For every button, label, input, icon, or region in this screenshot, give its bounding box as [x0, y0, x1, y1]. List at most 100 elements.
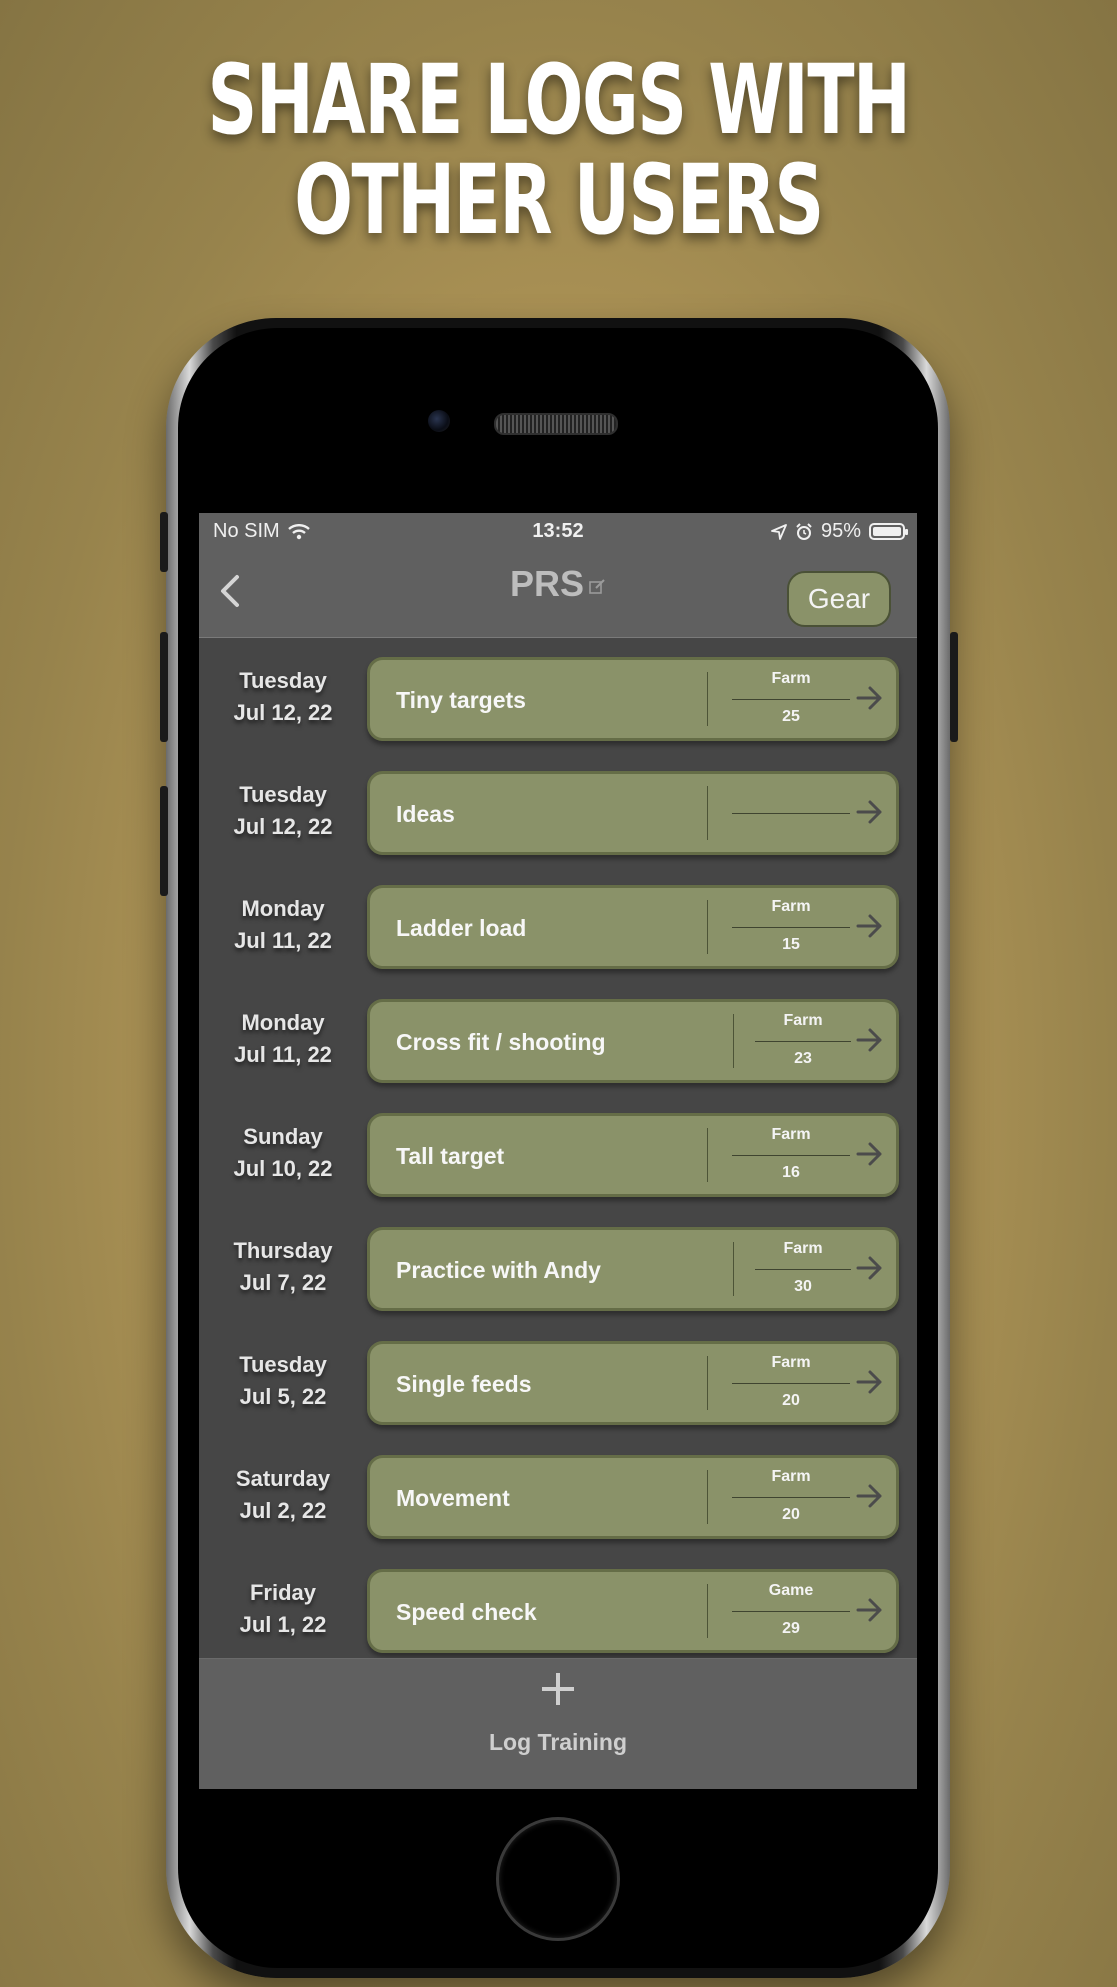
entry-date-text: Jul 12, 22	[233, 700, 333, 725]
arrow-right-icon[interactable]	[856, 682, 884, 714]
arrow-right-icon[interactable]	[856, 1594, 884, 1626]
entry-round-count: 15	[782, 936, 800, 953]
alarm-icon	[796, 522, 812, 540]
entry-date: Monday Jul 11, 22	[199, 893, 367, 957]
log-entry-row: Saturday Jul 2, 22 Movement Farm 20	[199, 1435, 917, 1549]
entry-date-text: Jul 2, 22	[239, 1498, 327, 1523]
entry-weekday: Tuesday	[239, 782, 327, 807]
entry-meta: Farm 20	[732, 1344, 850, 1422]
card-divider	[707, 1128, 708, 1182]
entry-location: Farm	[771, 1354, 811, 1371]
home-button[interactable]	[496, 1817, 620, 1941]
power-button	[950, 632, 958, 742]
entry-location: Farm	[783, 1240, 823, 1257]
nav-bar: PRS Gear	[199, 549, 917, 638]
meta-separator	[732, 699, 850, 700]
log-entry-card[interactable]: Practice with Andy Farm 30	[367, 1227, 899, 1311]
entry-meta	[732, 774, 850, 852]
entry-meta: Farm 20	[732, 1458, 850, 1536]
log-entry-row: Tuesday Jul 12, 22 Tiny targets Farm 25	[199, 637, 917, 751]
entry-meta: Farm 15	[732, 888, 850, 966]
entry-weekday: Monday	[241, 896, 325, 921]
log-entry-row: Thursday Jul 7, 22 Practice with Andy Farm 3…	[199, 1207, 917, 1321]
entry-meta: Farm 25	[732, 660, 850, 738]
app-screen: No SIM 13:52 95% PRS Gear Tuesday Jul 12…	[199, 513, 917, 1789]
training-log-list: Tuesday Jul 12, 22 Tiny targets Farm 25 Tuesd…	[199, 637, 917, 1663]
log-entry-card[interactable]: Ladder load Farm 15	[367, 885, 899, 969]
entry-location: Farm	[771, 670, 811, 687]
log-entry-card[interactable]: Tiny targets Farm 25	[367, 657, 899, 741]
entry-date: Sunday Jul 10, 22	[199, 1121, 367, 1185]
entry-location: Game	[768, 1582, 814, 1599]
entry-title: Practice with Andy	[396, 1257, 601, 1283]
meta-separator	[755, 1269, 851, 1270]
entry-round-count: 16	[782, 1164, 800, 1181]
log-entry-card[interactable]: Single feeds Farm 20	[367, 1341, 899, 1425]
entry-meta: Game 29	[732, 1572, 850, 1650]
log-training-label[interactable]: Log Training	[199, 1729, 917, 1756]
entry-round-count: 30	[794, 1278, 812, 1295]
card-divider	[733, 1014, 734, 1068]
entry-title: Single feeds	[396, 1371, 532, 1397]
volume-up-button	[160, 632, 168, 742]
entry-title: Movement	[396, 1485, 510, 1511]
log-training-bar[interactable]: Log Training	[199, 1658, 917, 1789]
mute-switch	[160, 512, 168, 572]
volume-down-button	[160, 786, 168, 896]
entry-date-text: Jul 10, 22	[233, 1156, 333, 1181]
arrow-right-icon[interactable]	[856, 1138, 884, 1170]
log-entry-card[interactable]: Movement Farm 20	[367, 1455, 899, 1539]
entry-title: Tall target	[396, 1143, 505, 1169]
entry-date-text: Jul 11, 22	[234, 928, 332, 953]
card-divider	[707, 900, 708, 954]
entry-date: Tuesday Jul 5, 22	[199, 1349, 367, 1413]
entry-location: Farm	[771, 898, 811, 915]
log-entry-card[interactable]: Cross fit / shooting Farm 23	[367, 999, 899, 1083]
entry-round-count: 25	[782, 708, 800, 725]
log-entry-row: Sunday Jul 10, 22 Tall target Farm 16	[199, 1093, 917, 1207]
entry-weekday: Monday	[241, 1010, 325, 1035]
arrow-right-icon[interactable]	[856, 910, 884, 942]
entry-date: Tuesday Jul 12, 22	[199, 665, 367, 729]
meta-separator	[732, 1383, 850, 1384]
log-entry-row: Friday Jul 1, 22 Speed check Game 29	[199, 1549, 917, 1663]
meta-separator	[732, 1155, 850, 1156]
entry-title: Tiny targets	[396, 687, 526, 713]
arrow-right-icon[interactable]	[856, 1480, 884, 1512]
gear-button[interactable]: Gear	[787, 571, 891, 627]
page-title: PRS	[509, 563, 585, 604]
status-right: 95%	[771, 520, 908, 543]
log-entry-row: Monday Jul 11, 22 Cross fit / shooting Farm…	[199, 979, 917, 1093]
card-divider	[733, 1242, 734, 1296]
log-entry-card[interactable]: Ideas	[367, 771, 899, 855]
battery-icon	[869, 523, 908, 540]
plus-icon[interactable]	[199, 1669, 917, 1709]
entry-round-count: 29	[782, 1620, 800, 1637]
battery-percent: 95%	[820, 520, 861, 542]
card-divider	[707, 1470, 708, 1524]
entry-date: Monday Jul 11, 22	[199, 1007, 367, 1071]
entry-meta: Farm 23	[755, 1002, 851, 1080]
status-bar: No SIM 13:52 95%	[199, 513, 917, 549]
entry-weekday: Friday	[249, 1580, 317, 1605]
entry-title: Ladder load	[396, 915, 527, 941]
log-entry-row: Tuesday Jul 5, 22 Single feeds Farm 20	[199, 1321, 917, 1435]
log-entry-card[interactable]: Tall target Farm 16	[367, 1113, 899, 1197]
arrow-right-icon[interactable]	[856, 796, 884, 828]
edit-icon	[589, 579, 605, 594]
log-entry-row: Tuesday Jul 12, 22 Ideas	[199, 751, 917, 865]
entry-weekday: Saturday	[235, 1466, 331, 1491]
arrow-right-icon[interactable]	[856, 1252, 884, 1284]
arrow-right-icon[interactable]	[856, 1366, 884, 1398]
entry-date-text: Jul 11, 22	[234, 1042, 332, 1067]
headline-line-2: OTHER USERS	[294, 144, 824, 256]
front-camera	[428, 410, 450, 432]
arrow-right-icon[interactable]	[856, 1024, 884, 1056]
log-entry-card[interactable]: Speed check Game 29	[367, 1569, 899, 1653]
entry-date: Tuesday Jul 12, 22	[199, 779, 367, 843]
entry-weekday: Tuesday	[239, 1352, 327, 1377]
entry-round-count: 23	[794, 1050, 812, 1067]
headline: SHARE LOGS WITH OTHER USERS	[156, 50, 960, 250]
entry-date: Thursday Jul 7, 22	[199, 1235, 367, 1299]
meta-separator	[732, 1497, 850, 1498]
